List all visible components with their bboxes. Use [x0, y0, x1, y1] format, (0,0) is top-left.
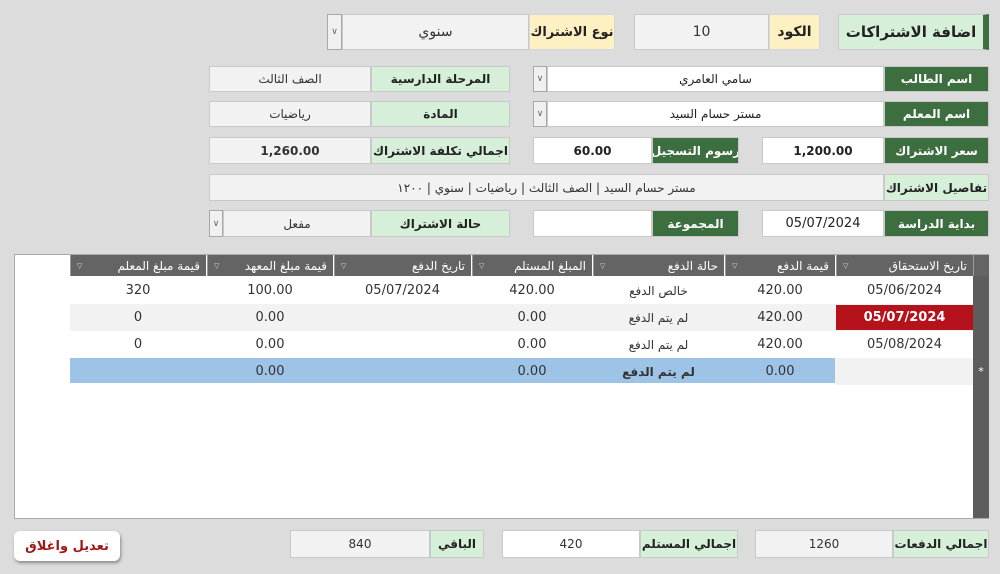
total-payments-label: اجمالي الدفعات [893, 530, 989, 558]
filter-triangle-icon[interactable]: ▽ [214, 262, 219, 270]
start-date-field[interactable]: 05/07/2024 [762, 210, 884, 237]
cell-due-date[interactable]: 05/07/2024 [836, 305, 973, 330]
save-close-button[interactable]: تعديل واغلاق [14, 531, 120, 561]
cell-teacher-amount[interactable] [70, 358, 206, 385]
cell-payment-value[interactable]: 0.00 [725, 358, 835, 385]
cell-payment-status[interactable]: لم يتم الدفع [593, 358, 724, 385]
column-header-label: تاريخ الاستحقاق [888, 258, 967, 273]
cell-received-amount[interactable]: 420.00 [472, 277, 592, 304]
student-label: اسم الطالب [884, 66, 989, 92]
filter-triangle-icon[interactable]: ▽ [77, 262, 82, 270]
chevron-down-icon[interactable]: ∨ [533, 66, 547, 92]
details-label: تفاصيل الاشتراك [884, 174, 989, 201]
cell-institute-amount[interactable]: 0.00 [207, 304, 333, 331]
cell-teacher-amount[interactable]: 0 [70, 304, 206, 331]
column-header-label: حالة الدفع [667, 258, 718, 273]
start-date-label: بداية الدراسة [884, 210, 989, 237]
filter-triangle-icon[interactable]: ▽ [341, 262, 346, 270]
cell-payment-date[interactable] [334, 331, 471, 358]
form-title: اضافة الاشتراكات [838, 14, 989, 50]
filter-triangle-icon[interactable]: ▽ [732, 262, 737, 270]
cell-payment-status[interactable]: خالص الدفع [593, 277, 724, 304]
registration-fee-field[interactable]: 60.00 [533, 137, 652, 164]
filter-triangle-icon[interactable]: ▽ [600, 262, 605, 270]
subscription-type-label: نوع الاشتراك [529, 14, 615, 50]
total-cost-label: اجمالي تكلفة الاشتراك [371, 137, 510, 164]
student-select[interactable]: سامي العامري [547, 66, 884, 92]
subject-label: المادة [371, 101, 510, 127]
registration-fee-label: رسوم التسجيل [652, 137, 739, 164]
group-field[interactable] [533, 210, 652, 237]
remaining-label: الباقي [430, 530, 484, 558]
column-header-received-amount[interactable]: ▽ المبلغ المستلم [472, 255, 592, 276]
column-header-label: المبلغ المستلم [514, 258, 586, 273]
cell-institute-amount[interactable]: 0.00 [207, 331, 333, 358]
subscription-status-label: حالة الاشتراك [371, 210, 510, 237]
stage-field[interactable]: الصف الثالث [209, 66, 371, 92]
cell-due-date[interactable]: 05/08/2024 [836, 331, 973, 358]
group-label: المجموعة [652, 210, 739, 237]
column-header-label: تاريخ الدفع [411, 258, 465, 273]
filter-triangle-icon[interactable]: ▽ [843, 262, 848, 270]
subscription-type-select[interactable]: سنوي [342, 14, 529, 50]
chevron-down-icon[interactable]: ∨ [327, 14, 342, 50]
cell-payment-date[interactable] [334, 304, 471, 331]
column-header-label: قيمة الدفع [777, 258, 829, 273]
new-record-marker-icon: * [978, 365, 984, 378]
cell-teacher-amount[interactable]: 0 [70, 331, 206, 358]
cell-payment-date[interactable]: 05/07/2024 [334, 277, 471, 304]
column-header-due-date[interactable]: ▽ تاريخ الاستحقاق [836, 255, 973, 276]
column-header-teacher-amount[interactable]: ▽ قيمة مبلغ المعلم [70, 255, 206, 276]
filter-triangle-icon[interactable]: ▽ [479, 262, 484, 270]
record-selector-column[interactable] [973, 255, 989, 518]
teacher-label: اسم المعلم [884, 101, 989, 127]
price-label: سعر الاشتراك [884, 137, 989, 164]
remaining-field[interactable]: 840 [290, 530, 430, 558]
header-blank-area [15, 255, 70, 276]
column-header-payment-status[interactable]: ▽ حالة الدفع [593, 255, 724, 276]
select-all-corner[interactable] [973, 255, 989, 276]
column-header-label: قيمة مبلغ المعلم [117, 258, 200, 273]
cell-teacher-amount[interactable]: 320 [70, 277, 206, 304]
cell-due-date[interactable] [836, 358, 973, 385]
cell-received-amount[interactable]: 0.00 [472, 358, 592, 385]
chevron-down-icon[interactable]: ∨ [533, 101, 547, 127]
total-received-label: اجمالي المستلم [640, 530, 738, 558]
cell-received-amount[interactable]: 0.00 [472, 331, 592, 358]
column-header-payment-date[interactable]: ▽ تاريخ الدفع [334, 255, 471, 276]
chevron-down-icon[interactable]: ∨ [209, 210, 223, 237]
cell-payment-status[interactable]: لم يتم الدفع [593, 331, 724, 358]
cell-institute-amount[interactable]: 0.00 [207, 358, 333, 385]
cell-payment-status[interactable]: لم يتم الدفع [593, 304, 724, 331]
subject-field[interactable]: رياضيات [209, 101, 371, 127]
code-label: الكود [769, 14, 820, 50]
column-header-label: قيمة مبلغ المعهد [244, 258, 327, 273]
cell-due-date[interactable]: 05/06/2024 [836, 277, 973, 304]
column-header-institute-amount[interactable]: ▽ قيمة مبلغ المعهد [207, 255, 333, 276]
code-field[interactable]: 10 [634, 14, 769, 50]
total-cost-field[interactable]: 1,260.00 [209, 137, 371, 164]
price-field[interactable]: 1,200.00 [762, 137, 884, 164]
total-payments-field[interactable]: 1260 [755, 530, 893, 558]
cell-payment-value[interactable]: 420.00 [725, 277, 835, 304]
total-received-field[interactable]: 420 [502, 530, 640, 558]
column-header-payment-value[interactable]: ▽ قيمة الدفع [725, 255, 835, 276]
cell-payment-value[interactable]: 420.00 [725, 331, 835, 358]
teacher-select[interactable]: مستر حسام السيد [547, 101, 884, 127]
cell-payment-date[interactable] [334, 358, 471, 385]
subscription-status-select[interactable]: مفعل [223, 210, 371, 237]
details-field[interactable]: مستر حسام السيد | الصف الثالث | رياضيات … [209, 174, 884, 201]
cell-institute-amount[interactable]: 100.00 [207, 277, 333, 304]
cell-received-amount[interactable]: 0.00 [472, 304, 592, 331]
stage-label: المرحلة الدارسية [371, 66, 510, 92]
payments-table: ▽ تاريخ الاستحقاق ▽ قيمة الدفع ▽ حالة الدفع ▽ ا… [14, 254, 989, 519]
cell-payment-value[interactable]: 420.00 [725, 304, 835, 331]
